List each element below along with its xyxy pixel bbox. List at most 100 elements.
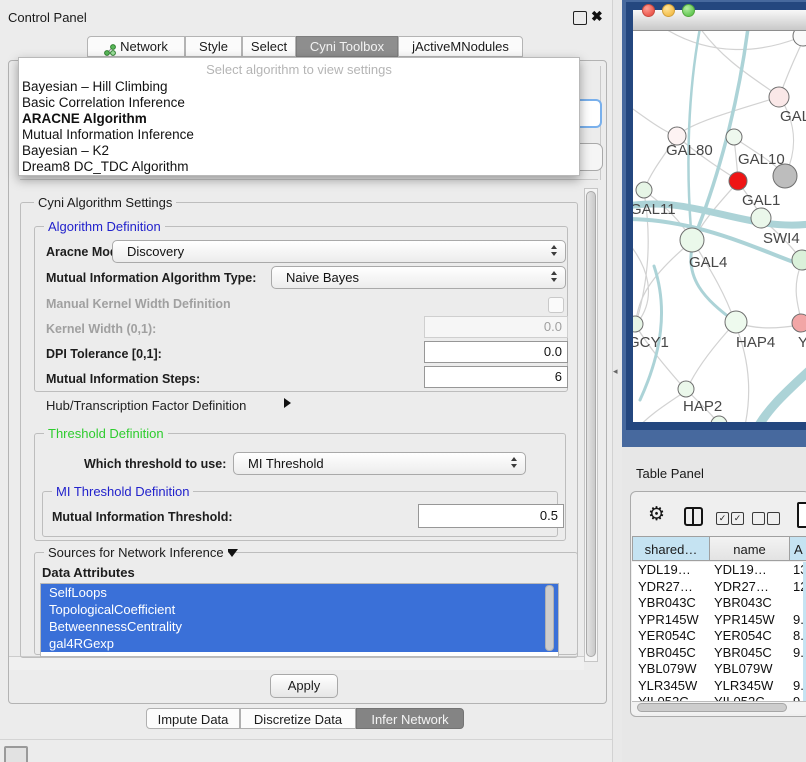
mi-type-select[interactable]: Naive Bayes bbox=[271, 266, 566, 289]
settings-horizontal-scrollbar[interactable] bbox=[9, 656, 584, 670]
table-row[interactable]: YDL19…YDL19…13 bbox=[632, 562, 806, 579]
tab-jactivemnodules[interactable]: jActiveMNodules bbox=[398, 36, 523, 57]
algorithm-option[interactable]: ARACNE Algorithm bbox=[19, 111, 579, 127]
gear-icon[interactable]: ⚙ bbox=[648, 503, 665, 525]
which-threshold-select[interactable]: MI Threshold bbox=[233, 452, 526, 475]
node-label: GAL11 bbox=[633, 201, 676, 218]
table-row[interactable]: YBL079W YBL079W bbox=[632, 661, 806, 678]
algorithm-option[interactable]: Basic Correlation Inference bbox=[19, 95, 579, 111]
close-panel-icon[interactable]: ✖ bbox=[591, 8, 603, 25]
aracne-mode-select[interactable]: Discovery bbox=[112, 240, 566, 263]
network-edge bbox=[633, 240, 648, 322]
new-table-icon[interactable] bbox=[797, 502, 806, 528]
aracne-mode-value: Discovery bbox=[127, 244, 184, 259]
table-row[interactable]: YPR145WYPR145W9. bbox=[632, 612, 806, 629]
tab-infer-network[interactable]: Infer Network bbox=[356, 708, 464, 729]
data-attribute-item[interactable]: BetweennessCentrality bbox=[41, 618, 558, 635]
table-cell: YBL079W bbox=[714, 661, 773, 678]
network-node[interactable] bbox=[792, 250, 806, 270]
attribute-list-scrollbar-thumb[interactable] bbox=[545, 585, 554, 651]
network-node[interactable] bbox=[769, 87, 789, 107]
table-cell: YBR045C bbox=[638, 645, 696, 662]
stepper-icon bbox=[551, 271, 557, 282]
table-scrollbar-thumb[interactable] bbox=[637, 703, 787, 712]
column-header-partial[interactable]: A bbox=[789, 536, 806, 561]
tab-impute-data-label: Impute Data bbox=[158, 712, 229, 727]
tab-discretize-data-label: Discretize Data bbox=[254, 712, 342, 727]
table-row[interactable]: YER054CYER054C8. bbox=[632, 628, 806, 645]
table-row[interactable]: YIL052CYIL052C9. bbox=[632, 694, 806, 701]
settings-scrollbar-thumb[interactable] bbox=[586, 191, 596, 657]
network-node[interactable] bbox=[636, 182, 652, 198]
table-row[interactable]: YBR045CYBR045C9. bbox=[632, 645, 806, 662]
expander-arrow-icon[interactable] bbox=[284, 398, 291, 408]
mi-threshold-label: Mutual Information Threshold: bbox=[52, 510, 233, 524]
network-edge bbox=[640, 266, 662, 400]
network-edge bbox=[688, 324, 734, 387]
table-row[interactable]: YLR345WYLR345W9. bbox=[632, 678, 806, 695]
network-window-titlebar[interactable] bbox=[633, 10, 806, 31]
algorithm-option[interactable]: Dream8 DC_TDC Algorithm bbox=[19, 159, 579, 175]
mi-threshold-field[interactable]: 0.5 bbox=[418, 504, 564, 528]
table-cell: YBL079W bbox=[638, 661, 697, 678]
data-attribute-item[interactable]: SelfLoops bbox=[41, 584, 558, 601]
table-cell: YIL052C bbox=[638, 694, 689, 701]
network-node[interactable] bbox=[793, 31, 806, 46]
network-node[interactable] bbox=[678, 381, 694, 397]
column-header-name[interactable]: name bbox=[709, 536, 790, 561]
manual-kernel-label: Manual Kernel Width Definition bbox=[46, 297, 231, 311]
unchecked-checkbox-icon[interactable] bbox=[767, 512, 780, 525]
minimize-window-icon[interactable] bbox=[662, 4, 675, 17]
network-node[interactable] bbox=[792, 314, 806, 332]
apply-button[interactable]: Apply bbox=[270, 674, 338, 698]
algorithm-option[interactable]: Bayesian – Hill Climbing bbox=[19, 79, 579, 95]
kernel-width-field[interactable]: 0.0 bbox=[424, 316, 568, 338]
tab-discretize-data[interactable]: Discretize Data bbox=[240, 708, 356, 729]
mi-steps-label: Mutual Information Steps: bbox=[46, 372, 200, 386]
network-node[interactable] bbox=[633, 316, 643, 332]
data-attribute-item[interactable]: TopologicalCoefficient bbox=[41, 601, 558, 618]
hub-definition-expander-label[interactable]: Hub/Transcription Factor Definition bbox=[46, 398, 246, 413]
tab-cyni-toolbox[interactable]: Cyni Toolbox bbox=[296, 36, 398, 57]
divider-collapse-icon[interactable]: ◂ bbox=[613, 366, 618, 377]
network-node[interactable] bbox=[751, 208, 771, 228]
node-label: HAP4 bbox=[736, 334, 775, 351]
tab-select[interactable]: Select bbox=[242, 36, 296, 57]
algorithm-dropdown-popup: Select algorithm to view settings Bayesi… bbox=[18, 57, 580, 176]
show-columns-icon[interactable] bbox=[684, 507, 703, 526]
checked-checkbox-icon[interactable]: ✓ bbox=[716, 512, 729, 525]
network-node[interactable] bbox=[729, 172, 747, 190]
zoom-window-icon[interactable] bbox=[682, 4, 695, 17]
minimized-panel-icon[interactable] bbox=[4, 746, 28, 762]
mi-steps-field[interactable]: 6 bbox=[424, 366, 568, 388]
data-attribute-item[interactable]: gal4RGexp bbox=[41, 635, 558, 652]
manual-kernel-checkbox[interactable] bbox=[548, 297, 564, 313]
algorithm-option[interactable]: Mutual Information Inference bbox=[19, 127, 579, 143]
table-panel-title: Table Panel bbox=[636, 466, 704, 481]
which-threshold-value: MI Threshold bbox=[248, 456, 324, 471]
table-cell: YPR145W bbox=[714, 612, 775, 629]
network-node[interactable] bbox=[680, 228, 704, 252]
tab-network-label: Network bbox=[120, 36, 168, 57]
network-node[interactable] bbox=[726, 129, 742, 145]
table-row[interactable]: YDR27…YDR27…12 bbox=[632, 579, 806, 596]
close-window-icon[interactable] bbox=[642, 4, 655, 17]
network-canvas[interactable]: GALGAL80GAL10GAL1GAL11SWI4GAL4GCY1HAP4YH… bbox=[633, 31, 806, 422]
table-cell: YBR043C bbox=[638, 595, 696, 612]
checked-checkbox-icon[interactable]: ✓ bbox=[731, 512, 744, 525]
network-node[interactable] bbox=[725, 311, 747, 333]
table-cell: YER054C bbox=[714, 628, 772, 645]
unchecked-checkbox-icon[interactable] bbox=[752, 512, 765, 525]
tab-style[interactable]: Style bbox=[185, 36, 242, 57]
tab-impute-data[interactable]: Impute Data bbox=[146, 708, 240, 729]
float-panel-icon[interactable] bbox=[573, 11, 587, 25]
cyni-algorithm-settings-title: Cyni Algorithm Settings bbox=[34, 195, 176, 210]
dpi-tolerance-field[interactable]: 0.0 bbox=[424, 341, 568, 363]
which-threshold-label: Which threshold to use: bbox=[84, 457, 226, 471]
table-row[interactable]: YBR043CYBR043C bbox=[632, 595, 806, 612]
algorithm-option[interactable]: Bayesian – K2 bbox=[19, 143, 579, 159]
column-header-shared-name[interactable]: shared… bbox=[632, 536, 710, 561]
network-tab-icon bbox=[104, 41, 116, 53]
collapse-arrow-icon[interactable] bbox=[226, 549, 238, 557]
tab-network[interactable]: Network bbox=[87, 36, 185, 57]
